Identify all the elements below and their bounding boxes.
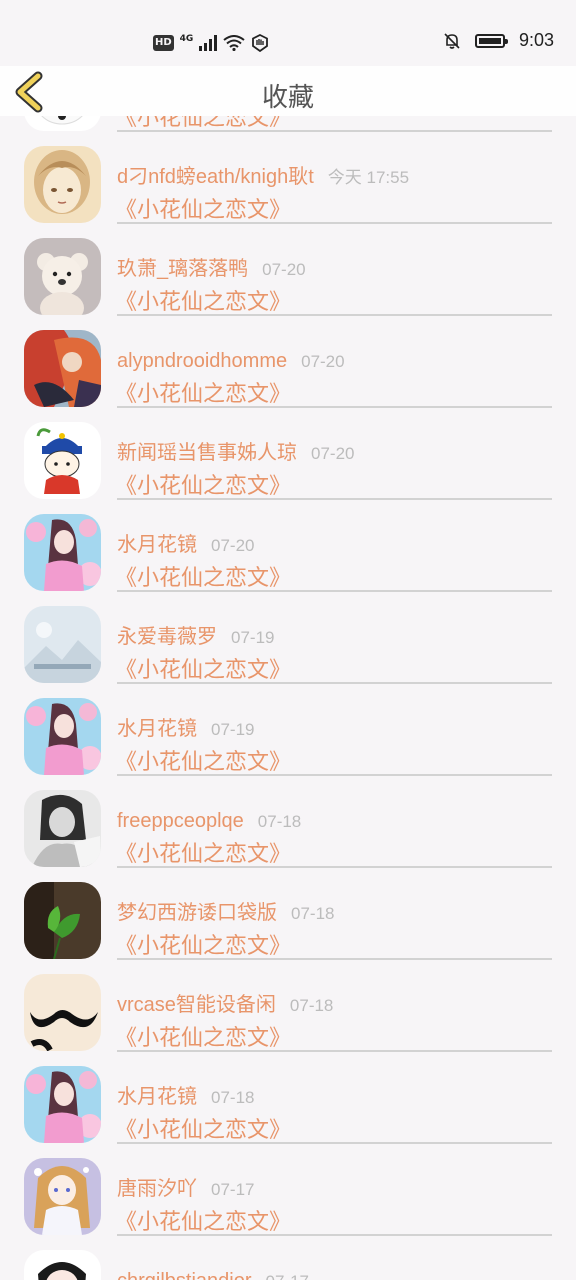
user-name: 玖萧_璃落落鸭 bbox=[117, 258, 249, 280]
collection-title[interactable]: 《小花仙之恋文》 bbox=[115, 195, 291, 225]
mustache-avatar[interactable] bbox=[24, 974, 101, 1051]
user-name: 唐雨汐吖 bbox=[117, 1178, 197, 1200]
collection-title[interactable]: 《小花仙之恋文》 bbox=[115, 1023, 291, 1053]
collection-title[interactable]: 《小花仙之恋文》 bbox=[115, 1207, 291, 1237]
list-item[interactable]: 永爱毒薇罗 07-19 《小花仙之恋文》 bbox=[0, 592, 576, 684]
collection-list[interactable]: 《小花仙之恋文》 d刁nfd螃eath/knigh耿t 今天 17:55 《小花仙… bbox=[0, 116, 576, 1280]
timestamp: 07-20 bbox=[311, 444, 355, 463]
placeholder-image-avatar[interactable] bbox=[24, 606, 101, 683]
user-name-line: 梦幻西游诿口袋版 07-18 bbox=[117, 899, 334, 928]
status-time: 9:03 bbox=[518, 30, 554, 50]
timestamp: 07-17 bbox=[211, 1180, 255, 1199]
user-name-line: 水月花镜 07-18 bbox=[117, 1083, 254, 1112]
user-name: alypndrooidhomme bbox=[117, 350, 288, 372]
user-name: freeppceoplqe bbox=[117, 810, 244, 832]
collection-title[interactable]: 《小花仙之恋文》 bbox=[115, 931, 291, 961]
cartoon-character-avatar[interactable] bbox=[24, 422, 101, 499]
timestamp: 07-18 bbox=[289, 996, 334, 1015]
user-name: vrcase智能设备闲 bbox=[117, 994, 276, 1016]
collection-title[interactable]: 《小花仙之恋文》 bbox=[115, 747, 291, 777]
sketch-girl-avatar[interactable] bbox=[24, 146, 101, 223]
list-item[interactable]: 梦幻西游诿口袋版 07-18 《小花仙之恋文》 bbox=[0, 868, 576, 960]
list-item[interactable]: d刁nfd螃eath/knigh耿t 今天 17:55 《小花仙之恋文》 bbox=[0, 132, 576, 224]
collection-title[interactable]: 《小花仙之恋文》 bbox=[115, 655, 291, 685]
green-leaf-avatar[interactable] bbox=[24, 882, 101, 959]
timestamp: 07-19 bbox=[231, 628, 275, 647]
user-name-line: 永爱毒薇罗 07-19 bbox=[117, 623, 274, 652]
collection-title[interactable]: 《小花仙之恋文》 bbox=[115, 839, 291, 869]
dark-hair-character-avatar[interactable] bbox=[24, 1250, 101, 1280]
list-item[interactable]: 水月花镜 07-18 《小花仙之恋文》 bbox=[0, 1052, 576, 1144]
user-name-line: chrgilbstiandior 07-17 bbox=[117, 1267, 309, 1280]
network-type: 4G bbox=[179, 34, 194, 44]
user-name: d刁nfd螃eath/knigh耿t bbox=[117, 166, 314, 188]
user-name: 水月花镜 bbox=[117, 534, 197, 556]
list-item[interactable]: 水月花镜 07-20 《小花仙之恋文》 bbox=[0, 500, 576, 592]
user-name-line: 玖萧_璃落落鸭 07-20 bbox=[117, 255, 306, 284]
timestamp: 今天 17:55 bbox=[327, 168, 410, 187]
collection-title[interactable]: 《小花仙之恋文》 bbox=[115, 379, 291, 409]
user-name: 永爱毒薇罗 bbox=[117, 626, 217, 648]
battery-icon bbox=[474, 33, 508, 48]
list-item[interactable]: 水月花镜 07-19 《小花仙之恋文》 bbox=[0, 684, 576, 776]
user-name-line: vrcase智能设备闲 07-18 bbox=[117, 991, 333, 1020]
timestamp: 07-19 bbox=[211, 720, 255, 739]
pink-anime-girl-avatar[interactable] bbox=[24, 698, 101, 775]
pink-anime-girl-avatar[interactable] bbox=[24, 514, 101, 591]
list-item[interactable]: 唐雨汐吖 07-17 《小花仙之恋文》 bbox=[0, 1144, 576, 1236]
list-item[interactable]: 《小花仙之恋文》 bbox=[0, 116, 576, 132]
list-item[interactable]: 新闻瑶当售事姊人琼 07-20 《小花仙之恋文》 bbox=[0, 408, 576, 500]
red-hair-anime-avatar[interactable] bbox=[24, 330, 101, 407]
page-title: 收藏 bbox=[261, 82, 314, 112]
list-item[interactable]: vrcase智能设备闲 07-18 《小花仙之恋文》 bbox=[0, 960, 576, 1052]
collection-title[interactable]: 《小花仙之恋文》 bbox=[115, 1115, 291, 1145]
list-item[interactable]: chrgilbstiandior07-17 《小花仙之恋文》 bbox=[0, 1236, 576, 1280]
timestamp: 07-20 bbox=[262, 260, 306, 279]
timestamp: 07-17 bbox=[266, 1272, 309, 1280]
mute-bell-icon bbox=[444, 32, 460, 49]
user-name-line: 水月花镜 07-19 bbox=[117, 715, 254, 744]
timestamp: 07-20 bbox=[211, 536, 255, 555]
collection-title[interactable]: 《小花仙之恋文》 bbox=[115, 287, 291, 317]
list-item[interactable]: freeppceoplqe 07-18 《小花仙之恋文》 bbox=[0, 776, 576, 868]
timestamp: 07-18 bbox=[257, 812, 302, 831]
list-item[interactable]: alypndrooidhomme 07-20 《小花仙之恋文》 bbox=[0, 316, 576, 408]
user-name-line: alypndrooidhomme 07-20 bbox=[117, 347, 345, 376]
user-name-line: 唐雨汐吖 07-17 bbox=[117, 1175, 254, 1204]
grayscale-girl-avatar[interactable] bbox=[24, 790, 101, 867]
collection-title[interactable]: 《小花仙之恋文》 bbox=[115, 471, 291, 501]
collection-title[interactable]: 《小花仙之恋文》 bbox=[115, 563, 291, 593]
timestamp: 07-18 bbox=[211, 1088, 255, 1107]
user-name-line: 新闻瑶当售事姊人琼 07-20 bbox=[117, 439, 354, 468]
title-bar: 收藏 bbox=[0, 66, 576, 116]
user-name-line: freeppceoplqe 07-18 bbox=[117, 807, 301, 836]
status-bar: HD 4G 9:03 bbox=[0, 0, 576, 66]
user-name: 水月花镜 bbox=[117, 1086, 197, 1108]
user-name: 梦幻西游诿口袋版 bbox=[117, 902, 277, 924]
wifi-icon bbox=[223, 35, 245, 51]
user-name: chrgilbstiandior bbox=[117, 1270, 252, 1280]
pink-anime-girl-avatar[interactable] bbox=[24, 1066, 101, 1143]
user-name-line: 水月花镜 07-20 bbox=[117, 531, 254, 560]
panda-avatar[interactable] bbox=[24, 116, 101, 131]
hd-badge: HD bbox=[153, 35, 174, 51]
user-name-line: d刁nfd螃eath/knigh耿t 今天 17:55 bbox=[117, 163, 409, 192]
timestamp: 07-18 bbox=[291, 904, 335, 923]
signal-icon bbox=[199, 35, 218, 51]
blonde-anime-girl-avatar[interactable] bbox=[24, 1158, 101, 1235]
list-item[interactable]: 玖萧_璃落落鸭 07-20 《小花仙之恋文》 bbox=[0, 224, 576, 316]
hand-shield-icon bbox=[252, 34, 269, 52]
user-name: 新闻瑶当售事姊人琼 bbox=[117, 442, 297, 464]
user-name: 水月花镜 bbox=[117, 718, 197, 740]
teddy-bear-avatar[interactable] bbox=[24, 238, 101, 315]
timestamp: 07-20 bbox=[301, 352, 345, 371]
